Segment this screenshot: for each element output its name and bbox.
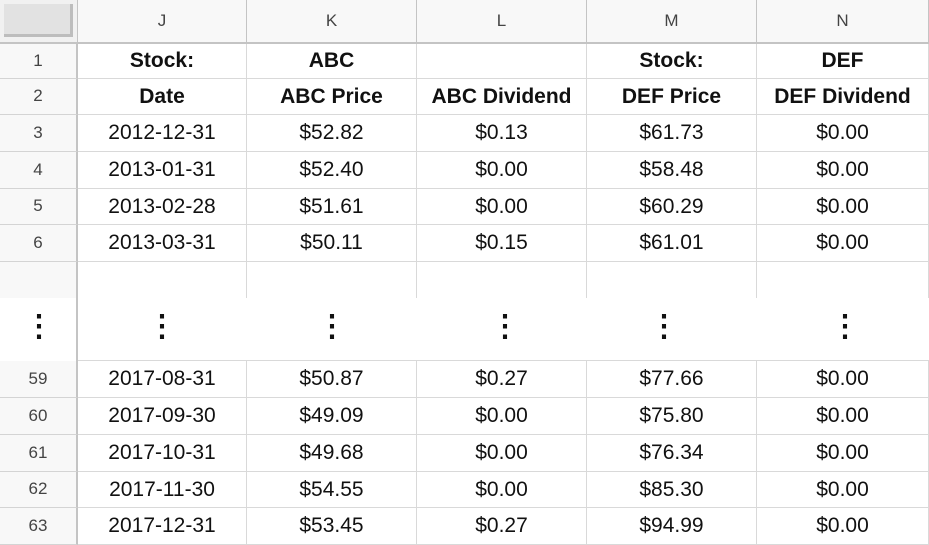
cell-n6[interactable]: $0.00 — [757, 225, 929, 262]
cell-m62[interactable]: $85.30 — [587, 472, 757, 508]
cell-m2[interactable]: DEF Price — [587, 79, 757, 115]
row-header-5[interactable]: 5 — [0, 189, 78, 225]
vertical-ellipsis-icon: ⋮ — [24, 310, 54, 343]
row-header-6[interactable]: 6 — [0, 225, 78, 262]
cell-m5[interactable]: $60.29 — [587, 189, 757, 225]
cell-j61[interactable]: 2017-10-31 — [78, 435, 247, 472]
cell-m3[interactable]: $61.73 — [587, 115, 757, 152]
cell-k59[interactable]: $50.87 — [247, 361, 417, 398]
row-header-60[interactable]: 60 — [0, 398, 78, 435]
cell-j3[interactable]: 2012-12-31 — [78, 115, 247, 152]
select-all-corner[interactable] — [0, 0, 78, 42]
cell-n63[interactable]: $0.00 — [757, 508, 929, 545]
cell-l1[interactable] — [417, 44, 587, 79]
spreadsheet-grid: JKLMN 1 Stock: ABC Stock: DEF 2 Date ABC Price A… — [0, 0, 929, 545]
row-header-59[interactable]: 59 — [0, 361, 78, 398]
cell-m4[interactable]: $58.48 — [587, 152, 757, 189]
cell-k3[interactable]: $52.82 — [247, 115, 417, 152]
cell-m60[interactable]: $75.80 — [587, 398, 757, 435]
cell-l4[interactable]: $0.00 — [417, 152, 587, 189]
vertical-ellipsis-icon: ⋮ — [317, 310, 347, 343]
row-header-4[interactable]: 4 — [0, 152, 78, 189]
cell-l5[interactable]: $0.00 — [417, 189, 587, 225]
cell-m1[interactable]: Stock: — [587, 44, 757, 79]
cell-j1[interactable]: Stock: — [78, 44, 247, 79]
cell-m61[interactable]: $76.34 — [587, 435, 757, 472]
cell-n5[interactable]: $0.00 — [757, 189, 929, 225]
cell-n4[interactable]: $0.00 — [757, 152, 929, 189]
cell-n61[interactable]: $0.00 — [757, 435, 929, 472]
cell-k4[interactable]: $52.40 — [247, 152, 417, 189]
cell-j5[interactable]: 2013-02-28 — [78, 189, 247, 225]
row-header-63[interactable]: 63 — [0, 508, 78, 545]
cell-n3[interactable]: $0.00 — [757, 115, 929, 152]
cell-l63[interactable]: $0.27 — [417, 508, 587, 545]
cell-j60[interactable]: 2017-09-30 — [78, 398, 247, 435]
row-header-3[interactable]: 3 — [0, 115, 78, 152]
skipped-rows-band — [0, 298, 929, 361]
cell-n59[interactable]: $0.00 — [757, 361, 929, 398]
cell-m63[interactable]: $94.99 — [587, 508, 757, 545]
cell-l59[interactable]: $0.27 — [417, 361, 587, 398]
cell-k61[interactable]: $49.68 — [247, 435, 417, 472]
cell-n2[interactable]: DEF Dividend — [757, 79, 929, 115]
row-header-62[interactable]: 62 — [0, 472, 78, 508]
cell-n60[interactable]: $0.00 — [757, 398, 929, 435]
cell-j6[interactable]: 2013-03-31 — [78, 225, 247, 262]
column-header-bar: JKLMN — [0, 0, 929, 44]
cell-j4[interactable]: 2013-01-31 — [78, 152, 247, 189]
cell-k60[interactable]: $49.09 — [247, 398, 417, 435]
cell-l61[interactable]: $0.00 — [417, 435, 587, 472]
cell-n1[interactable]: DEF — [757, 44, 929, 79]
row-header-2[interactable]: 2 — [0, 79, 78, 115]
vertical-ellipsis-icon: ⋮ — [649, 310, 679, 343]
column-header-j[interactable]: J — [78, 0, 247, 42]
column-header-k[interactable]: K — [247, 0, 417, 42]
vertical-ellipsis-icon: ⋮ — [147, 310, 177, 343]
column-header-n[interactable]: N — [757, 0, 929, 42]
cell-j62[interactable]: 2017-11-30 — [78, 472, 247, 508]
row-header-61[interactable]: 61 — [0, 435, 78, 472]
cell-j59[interactable]: 2017-08-31 — [78, 361, 247, 398]
cell-j63[interactable]: 2017-12-31 — [78, 508, 247, 545]
cell-l60[interactable]: $0.00 — [417, 398, 587, 435]
cell-k6[interactable]: $50.11 — [247, 225, 417, 262]
cell-l2[interactable]: ABC Dividend — [417, 79, 587, 115]
vertical-ellipsis-icon: ⋮ — [490, 310, 520, 343]
cell-k5[interactable]: $51.61 — [247, 189, 417, 225]
vertical-ellipsis-icon: ⋮ — [830, 310, 860, 343]
row-header-1[interactable]: 1 — [0, 44, 78, 79]
cell-m59[interactable]: $77.66 — [587, 361, 757, 398]
cell-j2[interactable]: Date — [78, 79, 247, 115]
cell-l6[interactable]: $0.15 — [417, 225, 587, 262]
cell-m6[interactable]: $61.01 — [587, 225, 757, 262]
cell-l3[interactable]: $0.13 — [417, 115, 587, 152]
cell-k1[interactable]: ABC — [247, 44, 417, 79]
cell-k62[interactable]: $54.55 — [247, 472, 417, 508]
cell-n62[interactable]: $0.00 — [757, 472, 929, 508]
cell-k63[interactable]: $53.45 — [247, 508, 417, 545]
column-header-l[interactable]: L — [417, 0, 587, 42]
column-header-m[interactable]: M — [587, 0, 757, 42]
select-all-button[interactable] — [4, 4, 73, 37]
cell-k2[interactable]: ABC Price — [247, 79, 417, 115]
cell-l62[interactable]: $0.00 — [417, 472, 587, 508]
